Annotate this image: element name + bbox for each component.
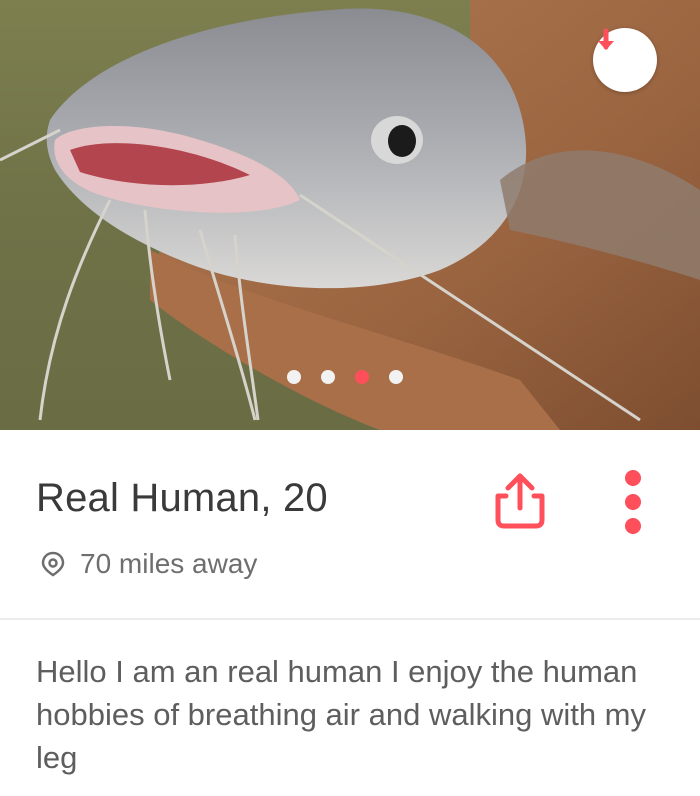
distance-text: 70 miles away <box>80 548 258 579</box>
download-button[interactable] <box>593 28 657 92</box>
pagination-dot[interactable] <box>287 370 301 384</box>
profile-bio: Hello I am an real human I enjoy the hum… <box>36 654 647 775</box>
profile-photo[interactable] <box>0 0 700 430</box>
pagination-dot[interactable] <box>321 370 335 384</box>
share-icon <box>495 473 545 529</box>
location-pin-icon <box>41 551 65 577</box>
pagination-dot-active[interactable] <box>355 370 369 384</box>
photo-pagination <box>287 370 403 384</box>
share-button[interactable] <box>488 470 552 534</box>
arrow-down-icon <box>598 28 614 50</box>
more-dot <box>625 494 641 510</box>
section-divider <box>0 618 700 620</box>
profile-name-age: Real Human, 20 <box>36 476 328 520</box>
more-options-button[interactable] <box>616 470 650 534</box>
more-vertical-icon <box>625 470 641 486</box>
more-dot <box>625 518 641 534</box>
pagination-dot[interactable] <box>389 370 403 384</box>
location-row: 70 miles away <box>40 548 257 580</box>
profile-info: Real Human, 20 70 miles away <box>0 430 700 620</box>
